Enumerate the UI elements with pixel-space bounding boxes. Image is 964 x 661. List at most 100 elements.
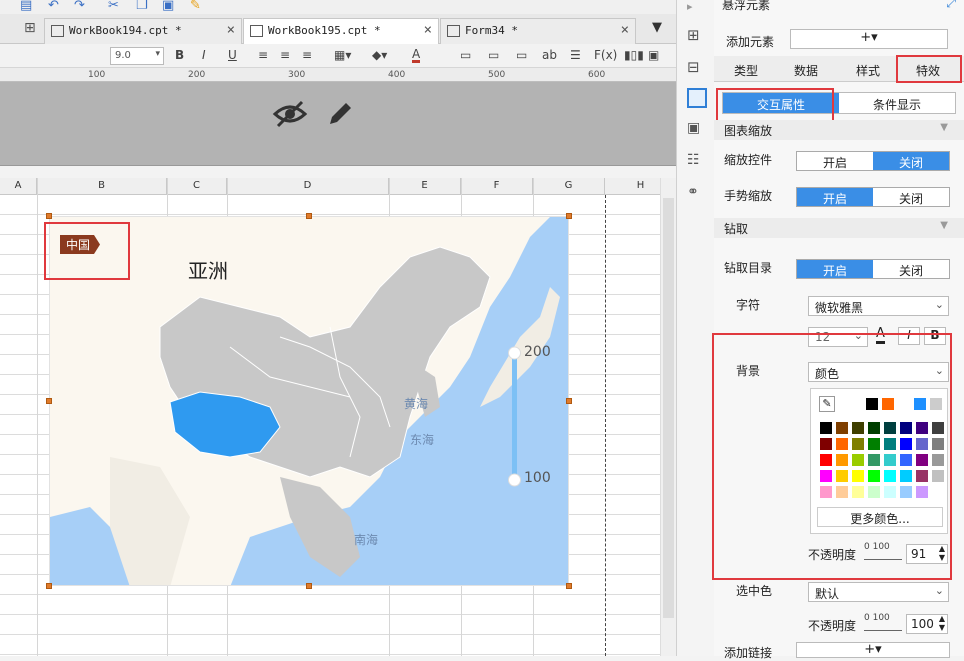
highlight-box [896,55,962,83]
italic-button[interactable]: I [202,48,206,62]
column-header[interactable]: E [389,178,461,195]
selected-color-select[interactable]: 默认 ⌄ [808,582,949,602]
insert-icon[interactable]: ▭ [516,48,527,62]
resize-handle[interactable] [566,398,572,404]
sea-label: 东海 [410,433,435,447]
tab-workbook195[interactable]: WorkBook195.cpt * × [243,18,439,44]
undo-icon[interactable]: ↶ [48,0,59,13]
toggle-on[interactable]: 开启 [797,188,873,206]
list-icon[interactable]: ☰ [570,48,581,62]
column-header[interactable]: A [0,178,37,195]
tab-data[interactable]: 数据 [794,62,818,79]
resize-handle[interactable] [566,213,572,219]
font-size-select[interactable]: 9.0 ▾ [110,47,164,65]
vertical-scrollbar[interactable] [660,178,676,656]
toggle-off[interactable]: 关闭 [873,188,949,206]
tab-form34[interactable]: Form34 * × [440,18,636,44]
resize-handle[interactable] [306,213,312,219]
tab-label: WorkBook195.cpt * [268,24,381,37]
toggle-off[interactable]: 关闭 [873,152,949,170]
cut-icon[interactable]: ✂ [108,0,119,13]
collapse-icon: ▼ [940,122,948,133]
split-icon[interactable]: ▭ [488,48,499,62]
chevron-down-icon: ⌄ [934,584,944,597]
font-color-button[interactable]: A [412,48,421,63]
tab-type[interactable]: 类型 [734,62,758,79]
close-icon[interactable]: × [621,22,629,38]
opacity2-slider[interactable] [864,630,902,631]
close-icon[interactable]: × [227,22,235,38]
bold-button[interactable]: B [175,48,184,62]
redo-icon[interactable]: ↷ [74,0,85,13]
workbook-icon [51,25,64,37]
widget-icon[interactable]: ⊟ [687,58,705,76]
resize-handle[interactable] [566,583,572,589]
scrollbar-thumb[interactable] [663,198,674,618]
column-header[interactable]: C [167,178,227,195]
gesture-zoom-toggle: 开启 关闭 [796,187,950,207]
column-header[interactable]: B [37,178,167,195]
selected-color-value: 默认 [815,587,840,601]
close-icon[interactable]: × [424,22,432,38]
paste-icon[interactable]: ▣ [162,0,174,13]
font-family-value: 微软雅黑 [815,301,864,315]
ruler-tick: 400 [388,70,406,80]
chart-icon[interactable]: ▮▯▮ [624,48,644,62]
link-icon[interactable]: ⚭ [687,184,705,200]
header-region [0,82,676,166]
arrow-icon[interactable]: ▸ [687,0,705,16]
font-size-value: 9.0 [115,50,131,61]
scale-max-label: 200 [524,344,551,360]
ruler-tick: 100 [88,70,106,80]
tab-style[interactable]: 样式 [856,62,880,79]
merge-icon[interactable]: ▭ [460,48,471,62]
expand-panel-icon[interactable]: ⤢ [946,0,956,11]
hide-eye-icon[interactable] [272,98,308,130]
font-family-select[interactable]: 微软雅黑 ⌄ [808,296,949,316]
tab-label: WorkBook194.cpt * [69,24,182,37]
subtab-condition[interactable]: 条件显示 [839,93,955,113]
column-header[interactable]: G [533,178,605,195]
text-tool-button[interactable]: ab [542,48,557,62]
add-element-button[interactable]: +▾ [790,29,948,49]
resize-handle[interactable] [46,583,52,589]
grid-icon[interactable]: ⊞ [24,20,36,36]
cell-attr-icon[interactable]: ⊞ [687,26,705,44]
expand-icon[interactable]: ▣ [687,120,705,136]
tab-workbook194[interactable]: WorkBook194.cpt * × [44,18,242,44]
opacity2-label: 不透明度 [808,619,857,633]
resize-handle[interactable] [306,583,312,589]
toggle-on[interactable]: 开启 [797,260,873,278]
border-icon[interactable]: ▦▾ [334,48,351,62]
resize-handle[interactable] [46,398,52,404]
copy-icon[interactable]: ❐ [136,0,148,13]
float-element-icon[interactable] [687,88,707,108]
toggle-on[interactable]: 开启 [797,152,873,170]
align-left-icon[interactable]: ≡ [258,48,268,62]
collapse-icon: ▼ [940,220,948,231]
opacity2-input[interactable]: 100 ▲ ▼ [906,614,948,634]
ruler-tick: 300 [288,70,306,80]
formula-button[interactable]: F(x) [594,48,617,62]
font-label: 字符 [736,298,761,312]
section-zoom[interactable]: 图表缩放 ▼ [714,120,964,140]
column-header[interactable]: F [461,178,533,195]
save-icon[interactable]: ▤ [20,0,32,13]
ruler-tick: 500 [488,70,506,80]
tab-menu-icon[interactable]: ▼ [652,20,662,35]
image-icon[interactable]: ▣ [648,48,659,62]
drill-dir-toggle: 开启 关闭 [796,259,950,279]
align-right-icon[interactable]: ≡ [302,48,312,62]
format-painter-icon[interactable]: ✎ [190,0,201,13]
toggle-off[interactable]: 关闭 [873,260,949,278]
section-drill[interactable]: 钻取 ▼ [714,218,964,238]
align-center-icon[interactable]: ≡ [280,48,290,62]
resize-handle[interactable] [46,213,52,219]
condition-icon[interactable]: ☷ [687,152,705,168]
underline-button[interactable]: U [228,48,237,62]
edit-pencil-icon[interactable] [324,98,356,130]
highlight-box [44,222,130,280]
column-header[interactable]: D [227,178,389,195]
document-tab-bar: ⊞ WorkBook194.cpt * × WorkBook195.cpt * … [0,14,676,44]
fill-color-icon[interactable]: ◆▾ [372,48,387,62]
